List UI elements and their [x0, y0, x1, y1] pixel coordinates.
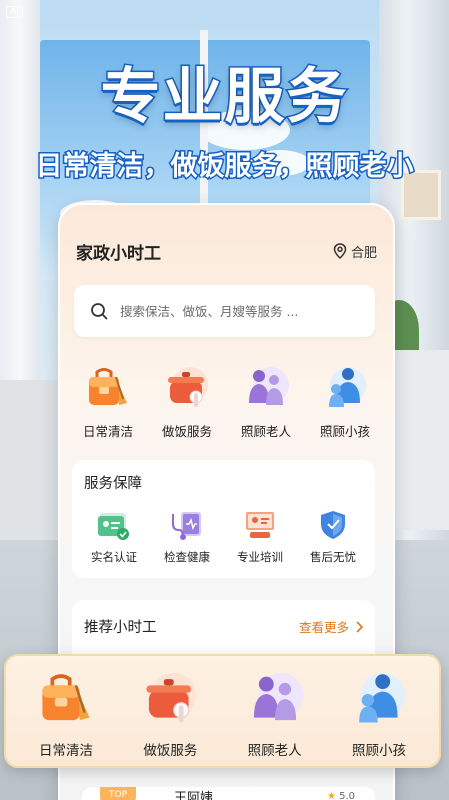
category-label: 日常清洁 [82, 424, 133, 439]
id-card-icon [98, 513, 129, 540]
category-child-care[interactable]: 照顾小孩 [307, 363, 383, 440]
guarantee-label: 售后无忧 [310, 550, 356, 564]
guarantee-real-name[interactable]: 实名认证 [78, 508, 150, 565]
worker-card[interactable]: TOP 王阿姨 ★ 5.0 [82, 787, 375, 800]
highlight-label: 做饭服务 [143, 743, 198, 759]
highlight-label: 照顾老人 [247, 743, 302, 759]
cleaning-bag-icon [89, 368, 127, 405]
guarantee-label: 专业培训 [237, 550, 283, 564]
category-label: 照顾小孩 [319, 424, 370, 439]
search-bar[interactable] [74, 285, 375, 337]
headline: 专业服务 [99, 61, 349, 134]
child-care-icon [329, 367, 366, 407]
worker-name: 王阿姨 [174, 791, 214, 800]
top-badge: TOP [100, 787, 136, 800]
guarantee-label: 检查健康 [164, 550, 210, 564]
view-more-link[interactable]: 查看更多 [299, 617, 363, 636]
guarantee-label: 实名认证 [91, 550, 137, 564]
section-title: 推荐小时工 [84, 620, 157, 636]
highlight-label: 照顾小孩 [351, 743, 406, 759]
health-check-icon [172, 512, 201, 540]
search-icon [91, 303, 108, 320]
highlight-cleaning[interactable]: 日常清洁 [16, 656, 116, 766]
guarantee-training[interactable]: 专业培训 [224, 508, 296, 565]
guarantee-health-check[interactable]: 检查健康 [151, 508, 223, 565]
elderly-care-icon [249, 367, 289, 405]
app-title: 家政小时工 [76, 243, 161, 264]
shield-icon [321, 511, 345, 539]
category-elderly-care[interactable]: 照顾老人 [228, 363, 304, 440]
training-icon [246, 512, 274, 538]
star-icon: ★ [326, 791, 336, 800]
category-cleaning[interactable]: 日常清洁 [70, 363, 146, 440]
highlight-child-care[interactable]: 照顾小孩 [329, 656, 429, 766]
location-pin-icon [333, 243, 347, 259]
worker-rating: ★ 5.0 [326, 791, 355, 800]
cooking-pot-icon [146, 672, 197, 723]
section-title: 服务保障 [84, 476, 142, 492]
recommended-workers-card: 推荐小时工 查看更多 [72, 600, 375, 660]
city-selector[interactable]: 合肥 [333, 242, 377, 261]
cleaning-bag-icon [42, 674, 90, 721]
elderly-care-icon [253, 672, 304, 721]
subheadline: 日常清洁，做饭服务，照顾老小 [34, 150, 415, 184]
category-cooking[interactable]: 做饭服务 [149, 363, 225, 440]
guarantee-after-sales[interactable]: 售后无忧 [297, 508, 369, 565]
search-input[interactable] [120, 303, 350, 319]
city-label: 合肥 [350, 245, 377, 261]
highlight-label: 日常清洁 [39, 743, 93, 759]
category-label: 做饭服务 [161, 424, 212, 439]
app-header: 家政小时工 合肥 [76, 239, 377, 264]
view-more-label: 查看更多 [298, 620, 349, 635]
service-guarantee-card: 服务保障 实名认证 检查健康 专业培训 售后无忧 [72, 460, 375, 578]
highlight-cooking[interactable]: 做饭服务 [120, 656, 220, 766]
ai-generated-badge: AI [6, 6, 23, 18]
child-care-icon [359, 672, 406, 723]
category-highlight-strip: 日常清洁 做饭服务 照顾老人 照顾小孩 [4, 654, 441, 768]
highlight-elderly-care[interactable]: 照顾老人 [225, 656, 325, 766]
cooking-pot-icon [168, 367, 208, 407]
category-grid: 日常清洁 做饭服务 照顾老人 照顾小孩 [70, 363, 383, 440]
category-label: 照顾老人 [240, 424, 291, 439]
chevron-right-icon [356, 620, 363, 633]
